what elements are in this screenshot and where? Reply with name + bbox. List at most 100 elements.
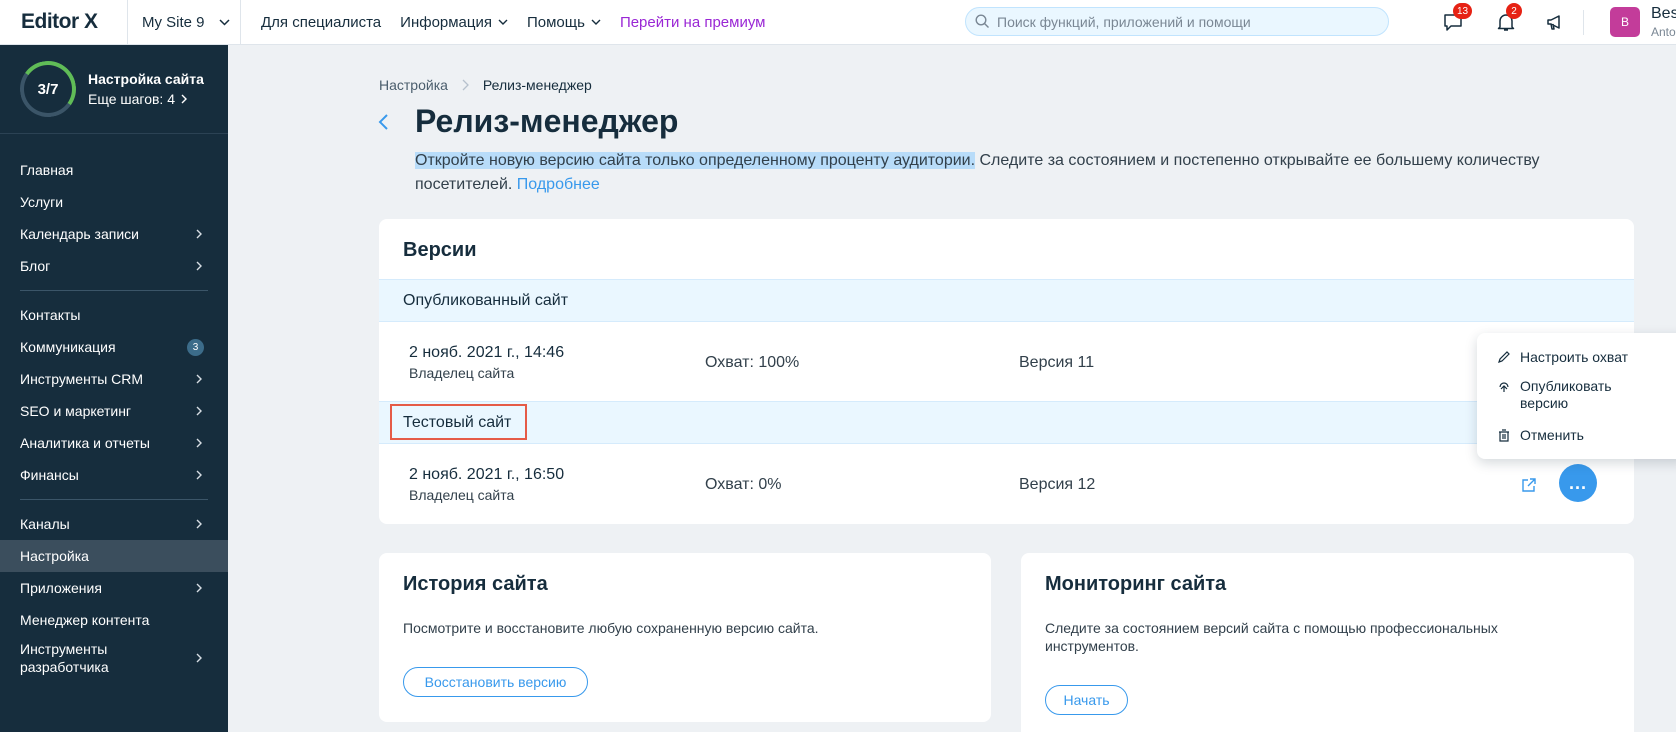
breadcrumb-parent[interactable]: Настройка [379, 77, 448, 93]
sidebar-item-label: Блог [20, 258, 51, 274]
site-selector[interactable]: My Site 9 [127, 0, 241, 45]
sidebar-item-label: SEO и маркетинг [20, 403, 132, 419]
search-icon [975, 14, 989, 28]
sidebar-item-label: Менеджер контента [20, 612, 150, 628]
site-name: My Site 9 [142, 13, 205, 31]
menu-item-cancel[interactable]: Отменить [1497, 427, 1584, 444]
search-placeholder: Поиск функций, приложений и помощи [997, 13, 1251, 30]
chevron-right-icon [462, 79, 469, 91]
sidebar-item-календарь-записи[interactable]: Календарь записи [0, 218, 228, 250]
pencil-icon [1498, 351, 1510, 363]
published-section-header: Опубликованный сайт [379, 279, 1634, 322]
notifications-badge: 2 [1506, 3, 1522, 19]
version-date: 2 нояб. 2021 г., 16:50 [409, 466, 565, 483]
sidebar-item-label: Услуги [20, 194, 64, 210]
back-button[interactable] [378, 113, 389, 136]
section-label: Опубликованный сайт [403, 291, 569, 309]
learn-more-link[interactable]: Подробнее [517, 176, 600, 193]
external-link-icon [1522, 478, 1536, 492]
sidebar-item-приложения[interactable]: Приложения [0, 572, 228, 604]
setup-progress[interactable]: 3/7 Настройка сайта Еще шагов: 4 [0, 45, 228, 134]
nav-label: Информация [400, 13, 492, 31]
megaphone-icon [1547, 15, 1560, 30]
progress-label: 3/7 [37, 80, 59, 98]
sidebar-item-финансы[interactable]: Финансы [0, 459, 228, 491]
site-monitoring-card: Мониторинг сайта Следите за состоянием в… [1021, 553, 1634, 732]
divider [1583, 10, 1584, 35]
sidebar-item-аналитика-и-отчеты[interactable]: Аналитика и отчеты [0, 427, 228, 459]
messages-button[interactable]: 13 [1441, 3, 1473, 34]
sidebar-item-инструменты-crm[interactable]: Инструменты CRM [0, 363, 228, 395]
sidebar-item-label: Настройка [20, 548, 89, 564]
test-section-header: Тестовый сайт [379, 401, 1634, 444]
version-reach: Охват: 0% [705, 476, 782, 493]
logo[interactable]: Editor X [0, 10, 127, 34]
announcements-button[interactable] [1544, 10, 1568, 34]
avatar[interactable]: B [1610, 7, 1640, 37]
more-actions-label: ... [1568, 472, 1587, 493]
menu-item-set-reach[interactable]: Настроить охват [1497, 349, 1628, 366]
top-bar: Editor X My Site 9 Для специалиста Инфор… [0, 0, 1676, 45]
card-title: История сайта [403, 573, 548, 595]
sidebar-item-инструменты-разработчика[interactable]: Инструменты разработчика [0, 636, 228, 680]
chevron-right-icon [196, 438, 202, 448]
sidebar-item-менеджер-контента[interactable]: Менеджер контента [0, 604, 228, 636]
nav-label: Помощь [527, 13, 585, 31]
user-name[interactable]: Bes [1651, 5, 1676, 23]
open-preview-button[interactable] [1521, 477, 1537, 498]
sidebar-item-label: Инструменты CRM [20, 371, 144, 387]
count-badge: 3 [187, 338, 204, 356]
sidebar-item-услуги[interactable]: Услуги [0, 186, 228, 218]
sidebar-item-seo-и-маркетинг[interactable]: SEO и маркетинг [0, 395, 228, 427]
start-button[interactable]: Начать [1045, 685, 1128, 715]
chevron-right-icon [196, 229, 202, 239]
nav-label: Для специалиста [261, 13, 382, 31]
sidebar-item-label: Финансы [20, 467, 79, 483]
more-actions-button[interactable]: ... [1559, 464, 1597, 502]
trash-icon [1499, 429, 1509, 442]
chevron-right-icon [196, 583, 202, 593]
chevron-right-icon [196, 519, 202, 529]
version-date: 2 нояб. 2021 г., 14:46 [409, 344, 565, 361]
nav-go-premium[interactable]: Перейти на премиум [620, 14, 766, 31]
chevron-right-icon [196, 653, 202, 663]
sidebar-item-каналы[interactable]: Каналы [0, 508, 228, 540]
sidebar: 3/7 Настройка сайта Еще шагов: 4 Главная… [0, 45, 228, 732]
sidebar-item-главная[interactable]: Главная [0, 154, 228, 186]
setup-steps-label: Еще шагов: 4 [88, 91, 175, 107]
sidebar-item-label: Каналы [20, 516, 70, 532]
chevron-right-icon [181, 94, 187, 104]
sidebar-item-блог[interactable]: Блог [0, 250, 228, 282]
highlighted-text: Откройте новую версию сайта только опред… [415, 152, 976, 169]
version-owner: Владелец сайта [409, 487, 515, 503]
search-input[interactable]: Поиск функций, приложений и помощи [965, 7, 1389, 36]
divider [20, 290, 208, 291]
messages-badge: 13 [1453, 3, 1473, 19]
card-title: Мониторинг сайта [1045, 573, 1227, 595]
menu-item-publish-version[interactable]: Опубликовать версию [1497, 378, 1637, 412]
sidebar-item-настройка[interactable]: Настройка [0, 540, 228, 572]
nav-info[interactable]: Информация [400, 14, 508, 31]
nav-help[interactable]: Помощь [527, 14, 601, 31]
versions-card: Версии Опубликованный сайт 2 нояб. 2021 … [379, 219, 1634, 524]
chevron-down-icon [591, 19, 601, 25]
nav-for-professionals[interactable]: Для специалиста [261, 14, 381, 31]
restore-version-button[interactable]: Восстановить версию [403, 667, 588, 697]
version-number: Версия 11 [1019, 354, 1095, 371]
chevron-left-icon [378, 114, 388, 130]
notifications-button[interactable]: 2 [1494, 3, 1522, 34]
page-title: Релиз-менеджер [415, 103, 679, 139]
card-description: Посмотрите и восстановите любую сохранен… [403, 620, 819, 636]
sidebar-item-коммуникация[interactable]: Коммуникация 3 [0, 331, 228, 363]
version-actions-menu: Настроить охват Опубликовать версию Отме… [1477, 333, 1676, 459]
version-number: Версия 12 [1019, 476, 1096, 493]
setup-steps[interactable]: Еще шагов: 4 [88, 91, 187, 107]
sidebar-item-контакты[interactable]: Контакты [0, 299, 228, 331]
chevron-right-icon [196, 374, 202, 384]
breadcrumb: Настройка Релиз-менеджер [379, 77, 592, 93]
chevron-right-icon [196, 261, 202, 271]
version-reach: Охват: 100% [705, 354, 800, 371]
card-description: Следите за состоянием версий сайта с пом… [1045, 620, 1498, 654]
publish-icon [1499, 382, 1509, 392]
breadcrumb-current: Релиз-менеджер [482, 77, 592, 93]
